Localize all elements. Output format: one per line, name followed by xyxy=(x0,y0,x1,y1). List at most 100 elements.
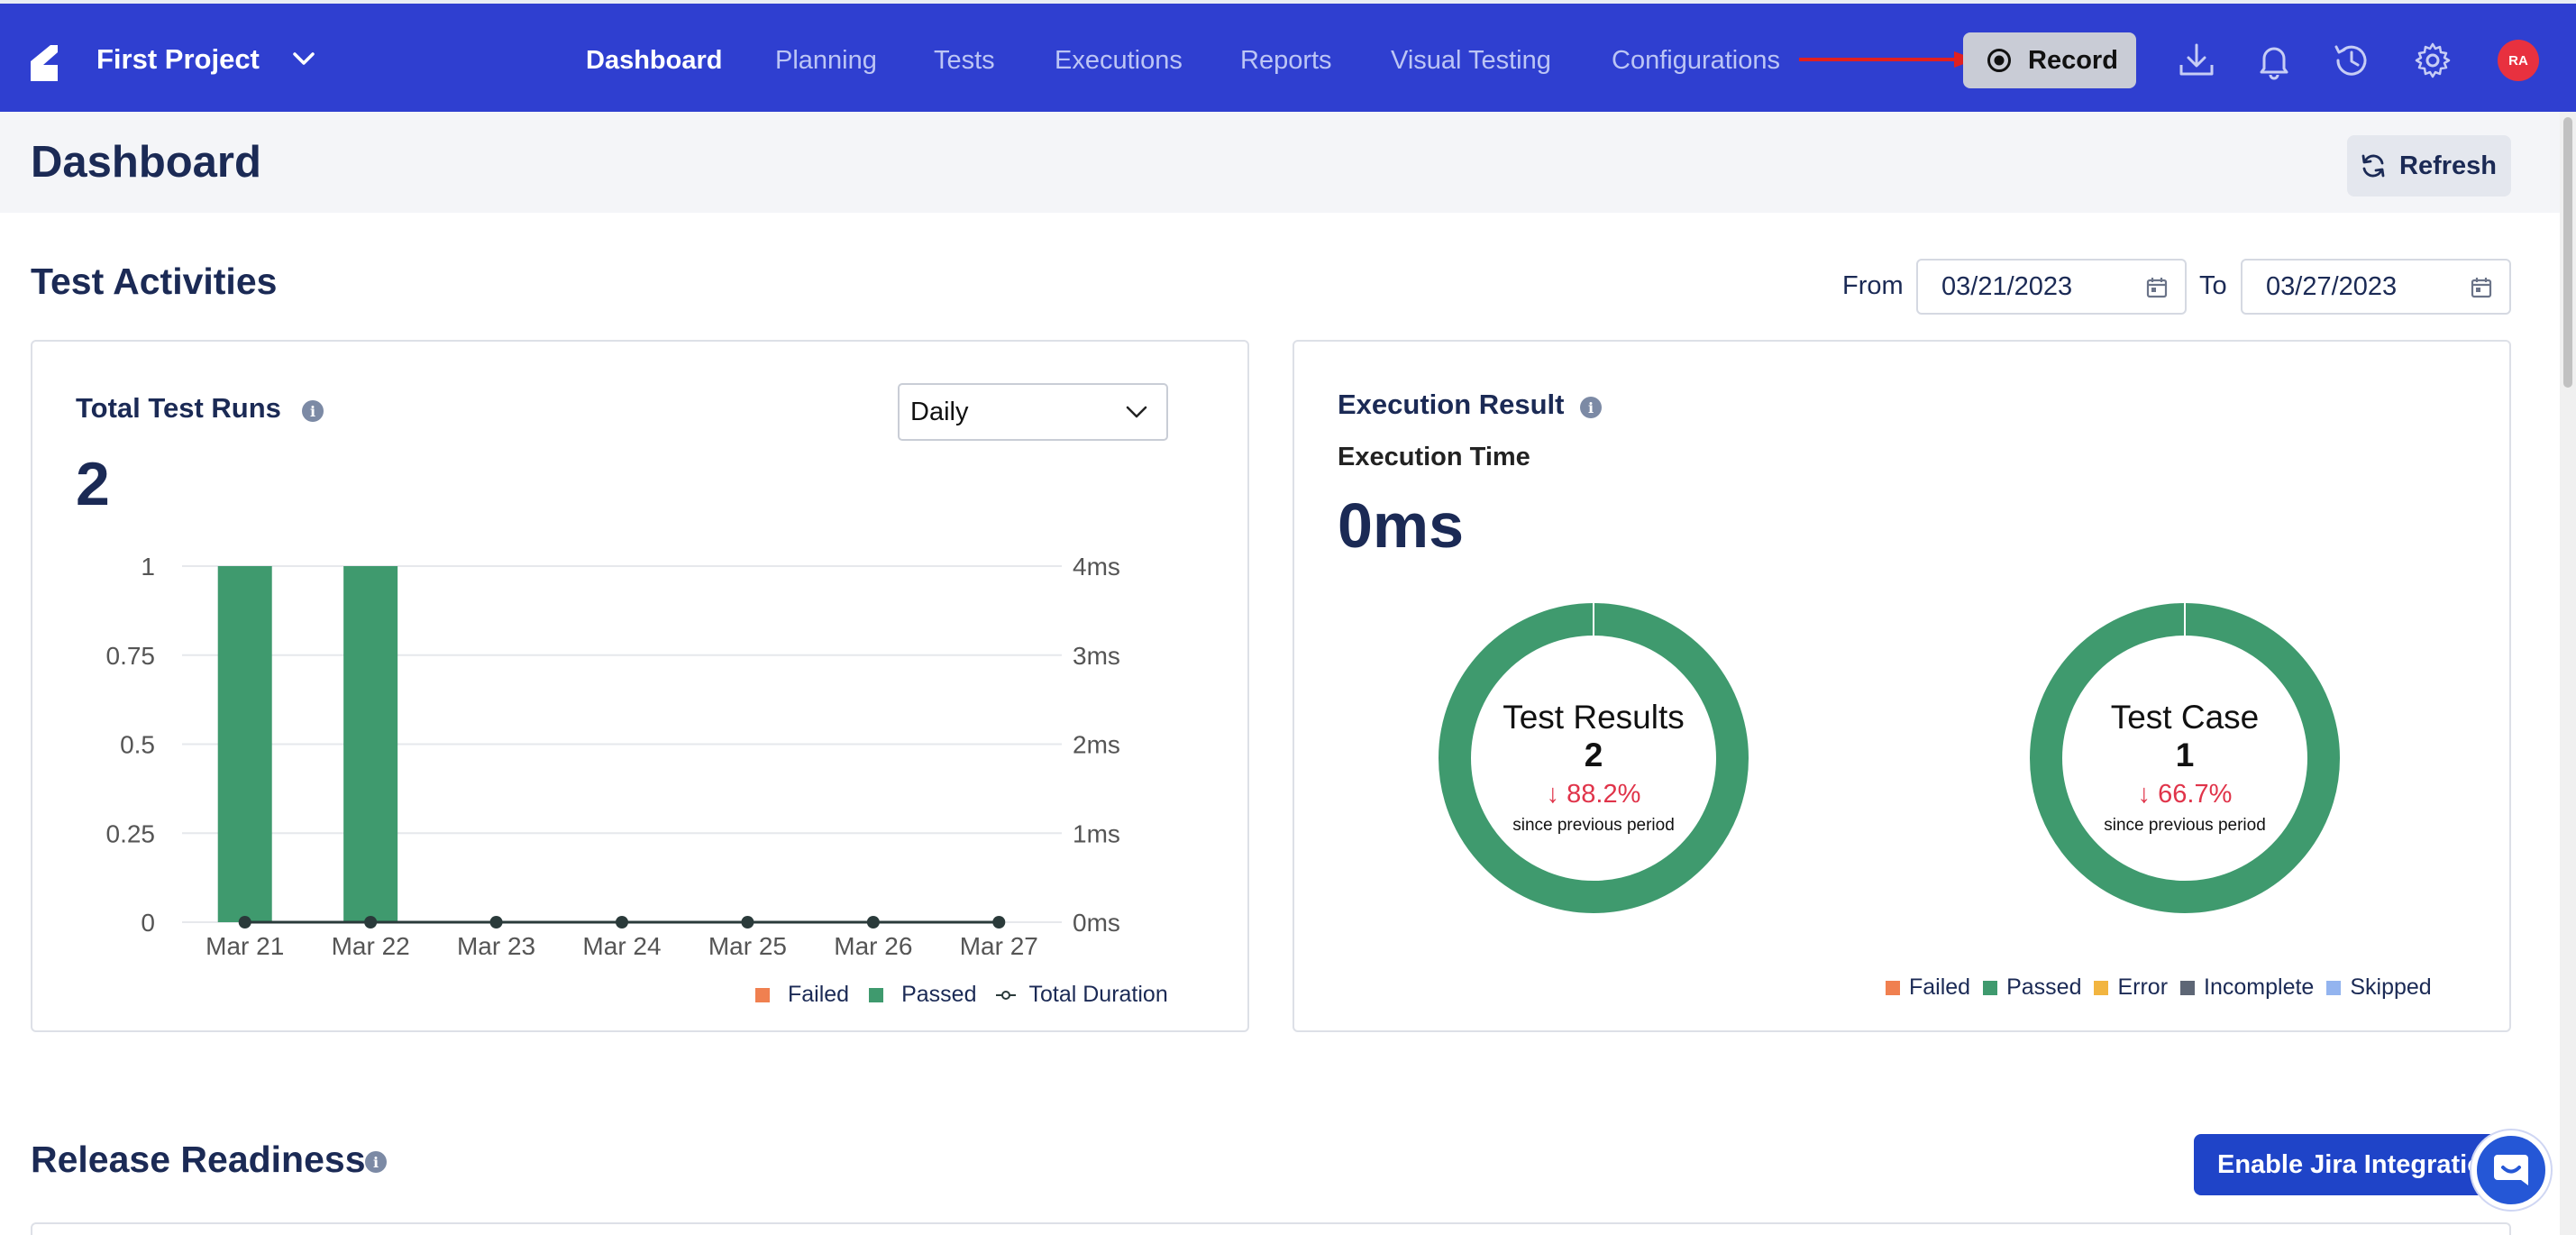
legend-swatch-passed xyxy=(1983,980,1998,995)
legend-swatch-failed xyxy=(1886,980,1900,995)
legend-item-total-duration[interactable]: Total Duration xyxy=(996,982,1168,1008)
legend-item-failed[interactable]: Failed xyxy=(1886,974,1970,1001)
tab-reports[interactable]: Reports xyxy=(1240,45,1332,76)
tab-configurations[interactable]: Configurations xyxy=(1612,45,1780,76)
refresh-label: Refresh xyxy=(2399,151,2497,180)
legend-label-passed: Passed xyxy=(2006,974,2082,1000)
legend-item-skipped[interactable]: Skipped xyxy=(2326,974,2432,1001)
x-tick-label: Mar 22 xyxy=(332,932,410,955)
scrollbar-thumb[interactable] xyxy=(2563,117,2572,388)
total-test-runs-chart: 1 0.75 0.5 0.25 0 4ms 3ms 2ms 1ms 0ms Mar 21 Mar 22… xyxy=(106,553,1120,955)
x-tick-label: Mar 21 xyxy=(206,932,284,955)
point-total-duration xyxy=(741,916,754,929)
page-scrollbar[interactable] xyxy=(2560,112,2576,1235)
execution-donut-charts xyxy=(1439,603,2340,913)
execution-result-card: Execution Result i Execution Time 0ms Tes… xyxy=(1293,340,2511,1032)
test-activities-title: Test Activities xyxy=(31,261,278,302)
donut-change: ↓ 66.7% xyxy=(2050,774,2320,814)
legend-label-incomplete: Incomplete xyxy=(2204,974,2315,1000)
info-icon[interactable]: i xyxy=(365,1151,387,1173)
legend-swatch-failed xyxy=(755,987,770,1002)
tab-dashboard[interactable]: Dashboard xyxy=(586,45,722,76)
test-case-donut-label: Test Case 1 ↓ 66.7% since previous perio… xyxy=(2050,699,2320,837)
runs-chart-legend: Failed Passed Total Duration xyxy=(755,982,1188,1008)
y-right-tick-label: 3ms xyxy=(1073,642,1120,670)
total-test-runs-card: Total Test Runs i 2 Daily 1 0.75 0.5 0.25 0 4… xyxy=(31,340,1249,1032)
execution-result-legend: Failed Passed Error Incomplete Skipped xyxy=(1886,974,2444,1001)
calendar-icon[interactable] xyxy=(2145,276,2169,299)
point-total-duration xyxy=(992,916,1006,929)
donut-title: Test Results xyxy=(1503,699,1685,736)
donut-title: Test Case xyxy=(2110,699,2260,736)
to-date-input[interactable]: 03/27/2023 xyxy=(2241,259,2511,315)
y-left-tick-label: 0.25 xyxy=(106,819,156,847)
legend-label-error: Error xyxy=(2117,974,2169,1000)
legend-label-passed: Passed xyxy=(901,982,977,1007)
x-tick-label: Mar 23 xyxy=(457,932,535,955)
page-title: Dashboard xyxy=(31,138,261,187)
record-label: Record xyxy=(2028,45,2118,75)
release-readiness-title: Release Readiness xyxy=(31,1139,366,1180)
legend-label-failed: Failed xyxy=(788,982,850,1007)
legend-label-total-duration: Total Duration xyxy=(1028,982,1168,1007)
bar-passed xyxy=(217,566,272,922)
legend-item-error[interactable]: Error xyxy=(2094,974,2168,1001)
legend-line-marker-icon xyxy=(996,990,1017,1000)
donut-subtext: since previous period xyxy=(1512,816,1675,835)
from-date-input[interactable]: 03/21/2023 xyxy=(1916,259,2187,315)
help-chat-button[interactable] xyxy=(2471,1130,2551,1210)
donut-count: 2 xyxy=(1584,736,1603,773)
point-total-duration xyxy=(489,916,503,929)
legend-item-incomplete[interactable]: Incomplete xyxy=(2180,974,2314,1001)
project-name[interactable]: First Project xyxy=(96,43,260,76)
gear-icon[interactable] xyxy=(2412,40,2453,81)
y-right-tick-label: 0ms xyxy=(1073,909,1120,937)
tab-planning[interactable]: Planning xyxy=(775,45,877,76)
x-tick-label: Mar 25 xyxy=(708,932,787,955)
refresh-icon xyxy=(2361,154,2385,178)
legend-item-passed[interactable]: Passed xyxy=(1983,974,2081,1001)
chat-help-icon xyxy=(2494,1155,2528,1185)
to-label: To xyxy=(2199,271,2227,300)
app-logo-icon[interactable] xyxy=(27,43,63,83)
page-header: Dashboard Refresh xyxy=(0,112,2560,213)
donut-change-value: 88.2% xyxy=(1567,780,1641,809)
legend-item-passed[interactable]: Passed xyxy=(869,982,976,1008)
refresh-button[interactable]: Refresh xyxy=(2347,135,2511,197)
point-total-duration xyxy=(866,916,880,929)
x-tick-label: Mar 27 xyxy=(960,932,1038,955)
donut-change-value: 66.7% xyxy=(2158,780,2233,809)
tab-executions[interactable]: Executions xyxy=(1055,45,1183,76)
donut-subtext: since previous period xyxy=(2104,816,2266,835)
history-icon[interactable] xyxy=(2331,40,2372,81)
y-right-tick-label: 4ms xyxy=(1073,553,1120,581)
arrow-down-icon: ↓ xyxy=(2137,780,2151,809)
y-right-tick-label: 2ms xyxy=(1073,731,1120,759)
legend-label-skipped: Skipped xyxy=(2350,974,2432,1000)
record-button[interactable]: Record xyxy=(1963,32,2136,88)
user-avatar[interactable]: RA xyxy=(2498,40,2539,81)
calendar-icon[interactable] xyxy=(2470,276,2493,299)
y-left-tick-label: 0.5 xyxy=(120,731,155,759)
legend-swatch-incomplete xyxy=(2180,980,2196,995)
tab-tests[interactable]: Tests xyxy=(934,45,995,76)
download-icon[interactable] xyxy=(2176,40,2217,81)
legend-swatch-passed xyxy=(869,987,884,1002)
x-tick-label: Mar 24 xyxy=(582,932,661,955)
x-tick-label: Mar 26 xyxy=(834,932,912,955)
y-left-tick-label: 0.75 xyxy=(106,642,156,670)
bell-icon[interactable] xyxy=(2253,40,2295,81)
chevron-down-icon[interactable] xyxy=(290,49,317,69)
from-label: From xyxy=(1842,271,1904,300)
donut-change: ↓ 88.2% xyxy=(1458,774,1729,814)
tab-visual-testing[interactable]: Visual Testing xyxy=(1391,45,1551,76)
arrow-down-icon: ↓ xyxy=(1546,780,1560,809)
legend-swatch-skipped xyxy=(2326,980,2342,995)
legend-swatch-error xyxy=(2094,980,2109,995)
y-left-tick-label: 0 xyxy=(141,909,155,937)
y-left-tick-label: 1 xyxy=(141,553,155,581)
legend-item-failed[interactable]: Failed xyxy=(755,982,849,1008)
donut-count: 1 xyxy=(2175,736,2195,773)
y-right-tick-label: 1ms xyxy=(1073,819,1120,847)
point-total-duration xyxy=(238,916,251,929)
